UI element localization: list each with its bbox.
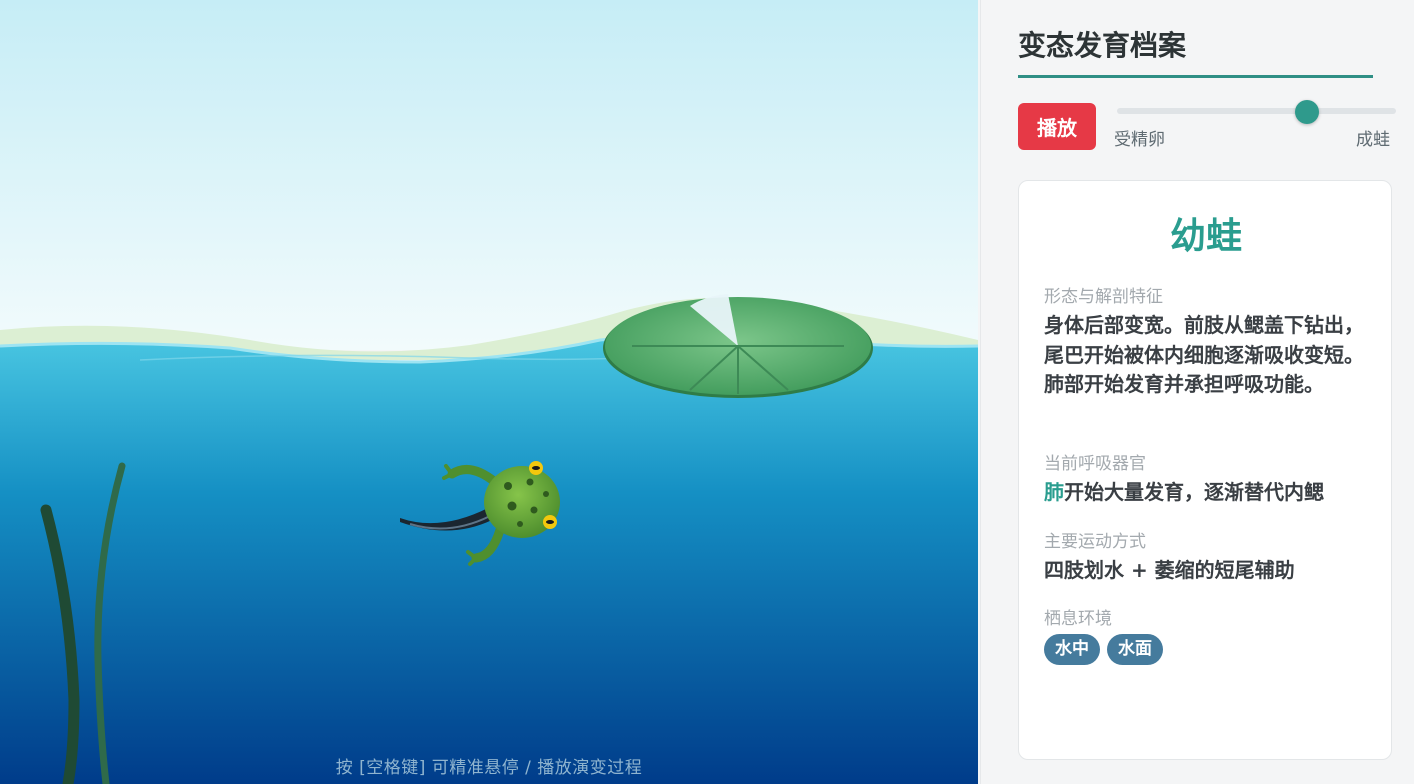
- respiration-value: 肺开始大量发育，逐渐替代内鳃: [1044, 478, 1369, 508]
- stage-card: 幼蛙 形态与解剖特征 身体后部变宽。前肢从鳃盖下钻出，尾巴开始被体内细胞逐渐吸收…: [1018, 180, 1392, 760]
- morphology-text: 身体后部变宽。前肢从鳃盖下钻出，尾巴开始被体内细胞逐渐吸收变短。肺部开始发育并承…: [1044, 313, 1364, 396]
- habitat-tags: 水中 水面: [1044, 634, 1170, 665]
- respiration-organ: 肺: [1044, 480, 1064, 504]
- panel-title: 变态发育档案: [1018, 29, 1187, 62]
- pond-scene: 按 [空格键] 可精准悬停 / 播放演变过程: [0, 0, 978, 784]
- pond-illustration: [0, 0, 978, 784]
- movement-label: 主要运动方式: [1044, 532, 1146, 552]
- habitat-label: 栖息环境: [1044, 609, 1112, 629]
- movement-text: 四肢划水 + 萎缩的短尾辅助: [1044, 558, 1295, 582]
- title-divider: [1018, 75, 1373, 78]
- info-panel: 变态发育档案 播放 受精卵 成蛙 幼蛙 形态与解剖特征 身体后部变宽。前肢从鳃盖…: [980, 0, 1414, 784]
- respiration-text: 开始大量发育，逐渐替代内鳃: [1064, 480, 1324, 504]
- respiration-label: 当前呼吸器官: [1044, 454, 1146, 474]
- sky: [0, 0, 978, 350]
- water-body: [0, 335, 978, 784]
- slider-thumb[interactable]: [1294, 100, 1319, 124]
- slider-start-label: 受精卵: [1114, 130, 1165, 150]
- stage-name: 幼蛙: [1169, 216, 1242, 257]
- morphology-label: 形态与解剖特征: [1044, 287, 1163, 307]
- stage-slider[interactable]: [1117, 100, 1396, 124]
- habitat-tag: 水中: [1044, 634, 1100, 665]
- slider-end-label: 成蛙: [1356, 130, 1390, 150]
- keyboard-hint: 按 [空格键] 可精准悬停 / 播放演变过程: [335, 758, 643, 778]
- slider-track[interactable]: [1117, 108, 1396, 114]
- play-button[interactable]: 播放: [1018, 103, 1096, 150]
- habitat-tag: 水面: [1107, 634, 1163, 665]
